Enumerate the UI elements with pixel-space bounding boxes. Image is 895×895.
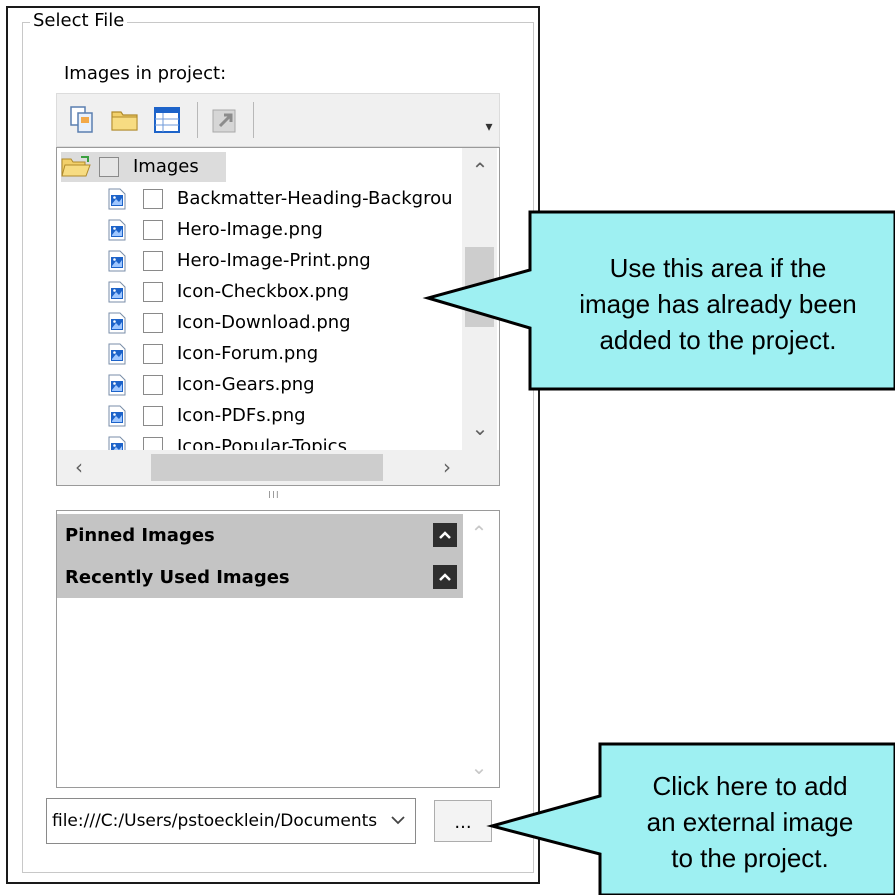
callout-line: Use this area if the [609,253,827,283]
callout-shapes [422,210,895,895]
callout-line: added to the project. [599,325,837,355]
callout-line: Click here to add [652,771,848,801]
callout-line: an external image [646,807,854,837]
callout-top-text: Use this area if the image has already b… [548,250,888,358]
callout-bottom-text: Click here to add an external image to t… [608,768,892,876]
callout-line: image has already been [579,289,857,319]
callout-line: to the project. [671,843,829,873]
